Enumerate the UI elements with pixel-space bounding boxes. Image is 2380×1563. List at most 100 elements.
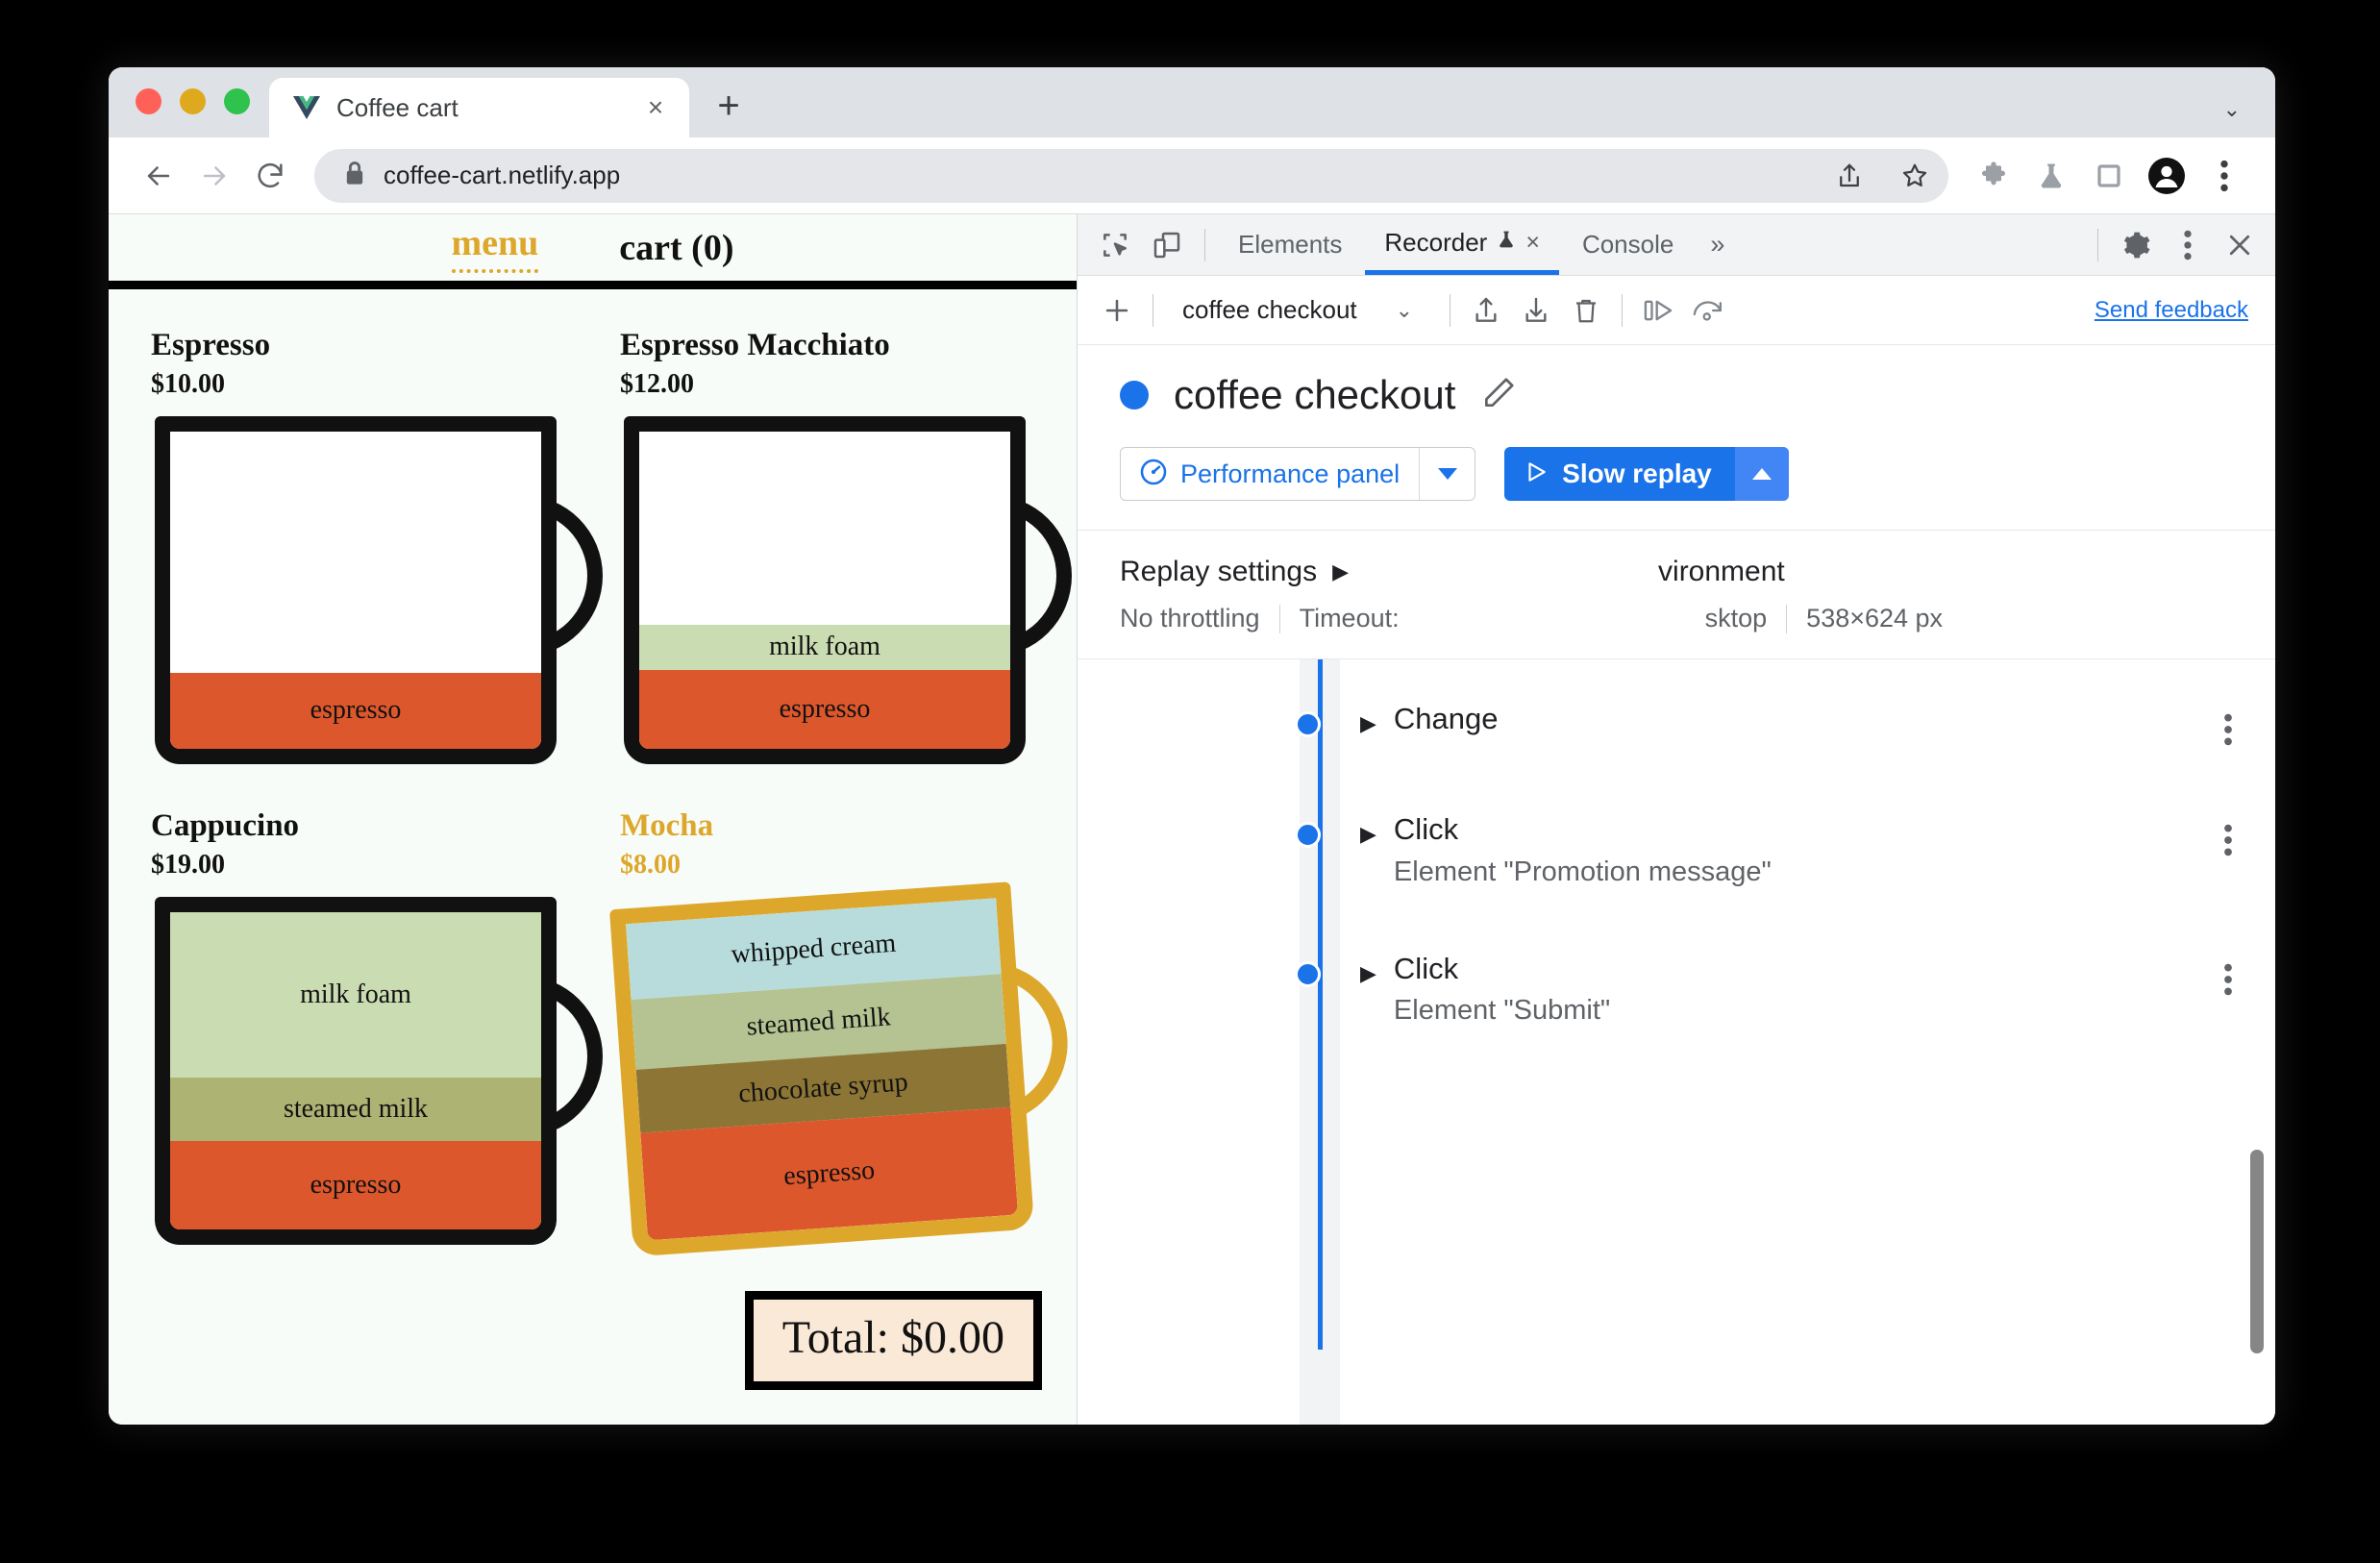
step-text: Click Element "Promotion message" (1394, 810, 2223, 890)
coffee-item-name: Espresso Macchiato (620, 328, 890, 362)
delete-trash-icon[interactable] (1562, 286, 1610, 335)
close-recorder-tab-button[interactable]: × (1525, 229, 1540, 257)
browser-menu-kebab-icon[interactable] (2198, 151, 2250, 201)
recording-header: coffee checkout Performance panel Slow r… (1078, 345, 2275, 501)
step-kebab-icon[interactable] (2223, 950, 2233, 1001)
performance-panel-button[interactable]: Performance panel (1120, 447, 1476, 501)
devtools-kebab-icon[interactable] (2164, 221, 2212, 269)
web-page: menu cart (0) Espresso $10.00 espresso Espr… (109, 214, 1078, 1425)
coffee-item-name: Espresso (151, 328, 271, 362)
replay-settings-section: Replay settings ▶ vironment No throttlin… (1078, 530, 2275, 659)
close-window-button[interactable] (136, 88, 161, 114)
divider (1622, 293, 1624, 327)
recorder-step[interactable]: ▶ Click Element "Promotion message" (1078, 810, 2275, 950)
browser-window: Coffee cart × + ⌄ coffee-cart.netlify.ap… (109, 67, 2275, 1425)
slow-replay-main[interactable]: Slow replay (1504, 447, 1735, 501)
step-timeline-dot (1295, 711, 1321, 737)
cart-total-label: Total: $0.00 (781, 1312, 1004, 1363)
reload-icon[interactable] (245, 151, 295, 201)
replay-settings-label: Replay settings (1120, 556, 1318, 587)
nav-link-cart[interactable]: cart (0) (619, 227, 733, 269)
forward-arrow-icon[interactable] (189, 151, 239, 201)
coffee-menu-item[interactable]: Espresso Macchiato $12.00 milk foam espress… (620, 328, 1072, 772)
chevron-down-icon[interactable]: ⌄ (2223, 97, 2241, 122)
device-toolbar-icon[interactable] (1143, 221, 1191, 269)
more-tabs-icon[interactable]: » (1697, 230, 1738, 260)
recorder-step[interactable]: ▶ Change (1078, 700, 2275, 810)
flask-icon[interactable] (2025, 151, 2077, 201)
minimize-window-button[interactable] (180, 88, 206, 114)
profile-avatar-icon[interactable] (2141, 151, 2193, 201)
coffee-cup-graphic[interactable]: whipped cream steamed milk chocolate syrup… (606, 879, 1077, 1265)
recorder-step[interactable]: ▶ Click Element "Submit" (1078, 950, 2275, 1089)
coffee-item-price: $8.00 (620, 850, 681, 880)
play-triangle-icon (1524, 459, 1549, 489)
browser-tab[interactable]: Coffee cart × (269, 78, 689, 137)
bookmark-star-icon[interactable] (1891, 152, 1939, 200)
coffee-menu-item[interactable]: Mocha $8.00 whipped cream steamed milk choco… (608, 808, 1074, 1257)
devtools-tab-bar: Elements Recorder × Console » (1078, 214, 2275, 276)
step-kebab-icon[interactable] (2223, 700, 2233, 751)
tab-strip: Coffee cart × + ⌄ (109, 67, 2275, 137)
close-tab-button[interactable]: × (639, 91, 672, 124)
tab-recorder[interactable]: Recorder × (1365, 215, 1559, 275)
devtools-panel: Elements Recorder × Console » coffee che… (1078, 214, 2275, 1425)
tab-recorder-label: Recorder (1384, 227, 1488, 257)
chevron-down-icon[interactable]: ⌄ (1363, 298, 1438, 323)
performance-panel-dropdown-arrow[interactable] (1419, 448, 1475, 500)
divider (1786, 604, 1788, 633)
expand-triangle-icon[interactable]: ▶ (1360, 810, 1376, 847)
send-feedback-link[interactable]: Send feedback (2095, 297, 2248, 324)
coffee-item-price: $19.00 (151, 850, 225, 880)
import-download-icon[interactable] (1512, 286, 1560, 335)
inspect-element-icon[interactable] (1091, 221, 1139, 269)
vue-logo-icon (292, 95, 321, 120)
side-panel-icon[interactable] (2083, 151, 2135, 201)
export-upload-icon[interactable] (1462, 286, 1510, 335)
coffee-menu-item[interactable]: Espresso $10.00 espresso (151, 328, 603, 772)
recording-selector-label[interactable]: coffee checkout (1182, 295, 1357, 325)
expand-triangle-icon[interactable]: ▶ (1360, 700, 1376, 736)
step-over-icon[interactable] (1634, 286, 1682, 335)
recording-status-dot (1120, 381, 1149, 409)
replay-speed-dropdown-arrow[interactable] (1734, 447, 1789, 501)
recorder-toolbar: coffee checkout ⌄ Send feedback (1078, 276, 2275, 345)
step-timeline-dot (1295, 822, 1321, 848)
replay-controls-row: Performance panel Slow replay (1120, 447, 2275, 501)
cup-body: milk foam espresso (624, 416, 1026, 764)
share-icon[interactable] (1825, 152, 1873, 200)
coffee-item-price: $12.00 (620, 369, 694, 399)
close-devtools-icon[interactable] (2216, 221, 2264, 269)
new-tab-button[interactable]: + (701, 78, 756, 134)
cup-layer: steamed milk (170, 1077, 541, 1141)
expand-triangle-icon[interactable]: ▶ (1360, 950, 1376, 986)
tab-elements[interactable]: Elements (1219, 215, 1361, 275)
slow-replay-button[interactable]: Slow replay (1504, 447, 1789, 501)
coffee-cup-graphic[interactable]: espresso (151, 416, 603, 772)
pencil-edit-icon[interactable] (1480, 375, 1517, 416)
step-title: Change (1393, 702, 1499, 735)
step-kebab-icon[interactable] (2223, 810, 2233, 861)
extensions-puzzle-icon[interactable] (1968, 151, 2020, 201)
cup-body: espresso (155, 416, 557, 764)
cup-body: milk foam steamed milk espresso (155, 897, 557, 1245)
address-bar[interactable]: coffee-cart.netlify.app (314, 148, 1948, 203)
coffee-menu-item[interactable]: Cappucino $19.00 milk foam steamed milk espr… (151, 808, 603, 1253)
expand-triangle-icon[interactable]: ▶ (1332, 559, 1349, 584)
back-arrow-icon[interactable] (134, 151, 184, 201)
replay-settings-header[interactable]: Replay settings ▶ vironment (1120, 556, 2275, 588)
coffee-cup-graphic[interactable]: milk foam espresso (620, 416, 1072, 772)
tab-console[interactable]: Console (1563, 215, 1693, 275)
slow-replay-label: Slow replay (1562, 459, 1712, 488)
address-bar-url: coffee-cart.netlify.app (384, 161, 621, 189)
performance-panel-main[interactable]: Performance panel (1121, 448, 1419, 500)
settings-gear-icon[interactable] (2112, 221, 2160, 269)
coffee-cup-graphic[interactable]: milk foam steamed milk espresso (151, 897, 603, 1253)
add-recording-button[interactable] (1093, 286, 1141, 335)
steps-scrollbar[interactable] (2250, 1150, 2264, 1353)
divider (1278, 604, 1280, 633)
maximize-window-button[interactable] (224, 88, 250, 114)
replay-performance-icon[interactable] (1684, 286, 1732, 335)
site-nav: menu cart (0) (109, 214, 1077, 289)
nav-link-menu[interactable]: menu (451, 222, 539, 273)
